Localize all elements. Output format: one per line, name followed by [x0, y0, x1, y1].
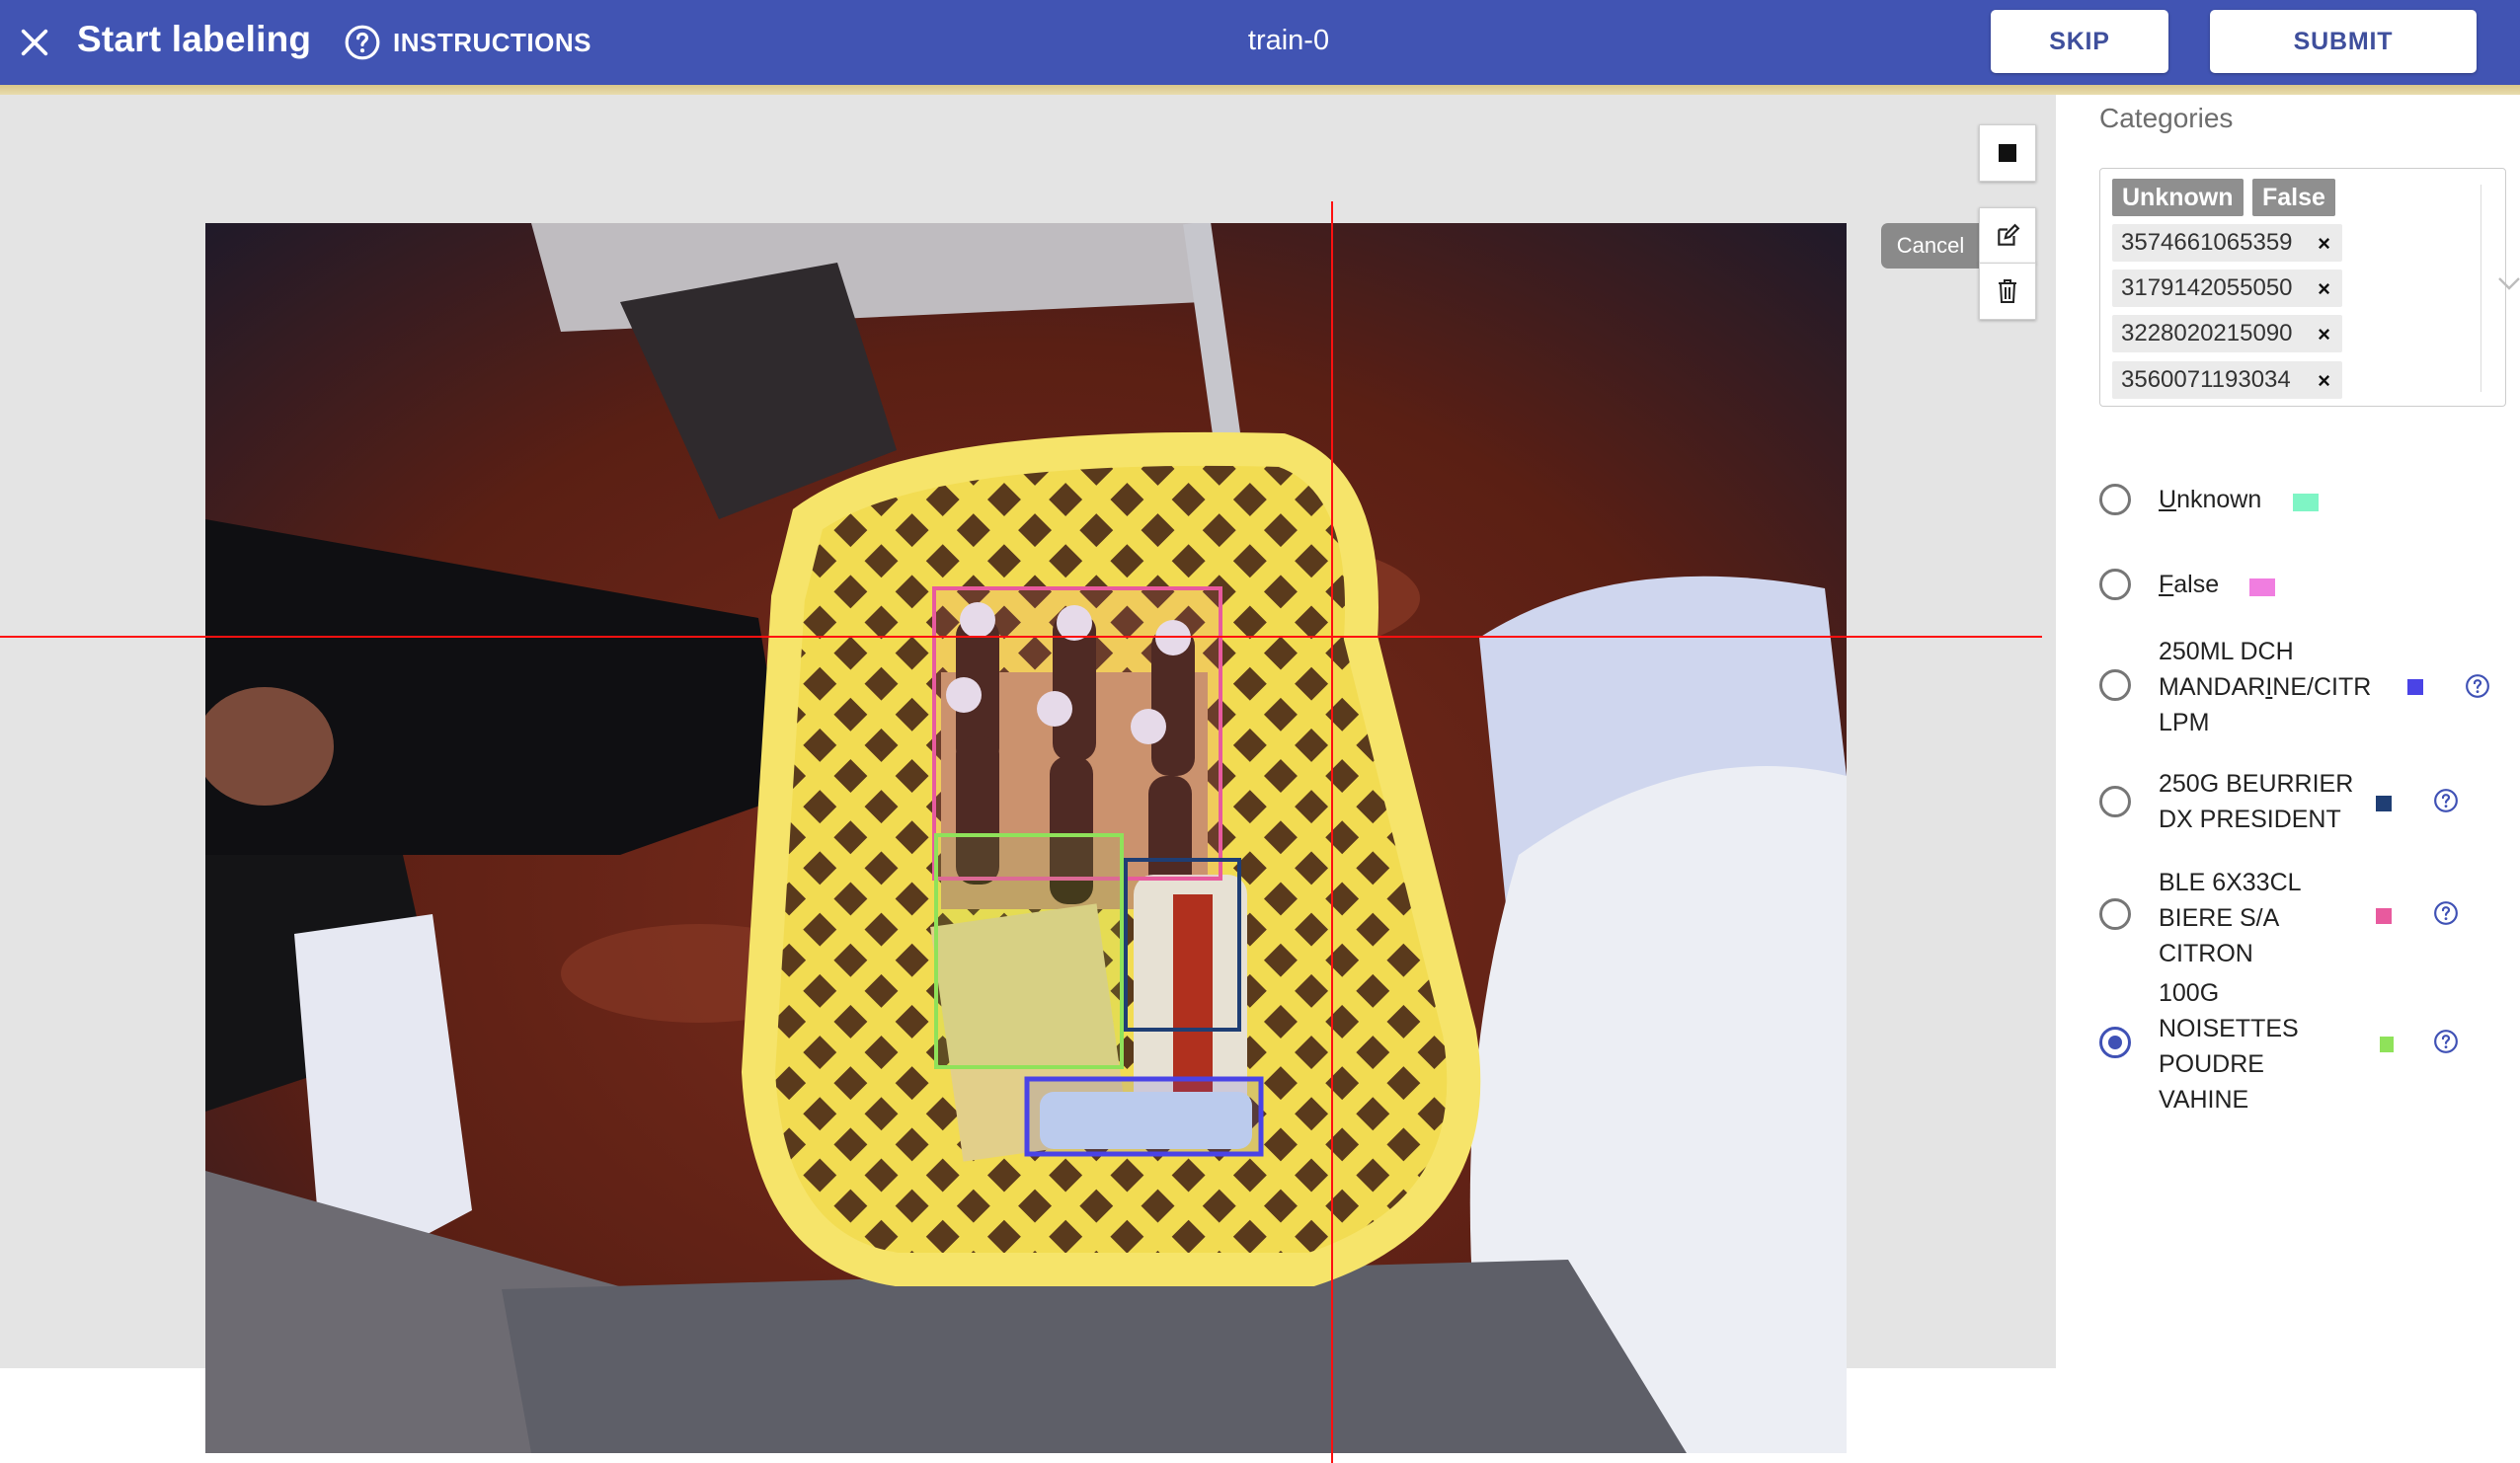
- crosshair-vertical: [1331, 201, 1333, 1463]
- categories-panel: Categories Unknown False 3574661065359 ×…: [2056, 95, 2520, 1368]
- submit-button[interactable]: SUBMIT: [2210, 10, 2477, 73]
- selected-chip: 3179142055050 ×: [2112, 270, 2342, 307]
- radio-ble-6x33cl[interactable]: [2099, 898, 2131, 930]
- page-title: Start labeling: [77, 19, 312, 59]
- skip-button[interactable]: SKIP: [1991, 10, 2168, 73]
- color-swatch-ble-6x33cl: [2376, 908, 2392, 924]
- top-app-bar: Start labeling INSTRUCTIONS train-0 SKIP…: [0, 0, 2520, 85]
- stop-icon: [1999, 144, 2016, 162]
- annotation-box-orangina[interactable]: [1024, 1076, 1264, 1157]
- radio-250ml-dch[interactable]: [2099, 669, 2131, 701]
- stop-drawing-button[interactable]: [1979, 124, 2036, 182]
- scene-image[interactable]: [205, 223, 1847, 1453]
- trash-icon: [1999, 279, 2016, 303]
- color-swatch-100g-noisettes: [2380, 1037, 2394, 1052]
- selected-tag-false: False: [2252, 179, 2335, 216]
- color-swatch-250ml-dch: [2407, 679, 2423, 695]
- chip-label: 3574661065359: [2121, 229, 2293, 256]
- categories-multiselect[interactable]: Unknown False 3574661065359 × 3179142055…: [2099, 168, 2520, 407]
- selected-chip: 3560071193034 ×: [2112, 361, 2342, 399]
- radio-unknown[interactable]: [2099, 484, 2131, 515]
- chip-remove-icon[interactable]: ×: [2318, 368, 2330, 394]
- help-icon[interactable]: [2465, 673, 2490, 699]
- top-bar-accent-strip: [0, 85, 2520, 95]
- option-label-ble-6x33cl[interactable]: BLE 6X33CL BIERE S/A CITRON: [2159, 865, 2302, 971]
- help-circle-icon: [345, 25, 380, 60]
- help-icon[interactable]: [2433, 788, 2459, 813]
- selected-chip: 3228020215090 ×: [2112, 315, 2342, 352]
- option-label-250g-beurrier[interactable]: 250G BEURRIER DX PRESIDENT: [2159, 766, 2353, 837]
- selected-tag-unknown: Unknown: [2112, 179, 2244, 216]
- option-label-250ml-dch[interactable]: 250ML DCH MANDARINE/CITR LPM: [2159, 634, 2371, 740]
- help-icon[interactable]: [2433, 1029, 2459, 1054]
- chip-label: 3228020215090: [2121, 320, 2293, 346]
- instructions-label: INSTRUCTIONS: [393, 27, 591, 57]
- chip-label: 3179142055050: [2121, 274, 2293, 301]
- selected-chip: 3574661065359 ×: [2112, 224, 2342, 262]
- color-swatch-250g-beurrier: [2376, 796, 2392, 811]
- close-icon[interactable]: [18, 26, 51, 59]
- delete-box-button[interactable]: [1979, 263, 2036, 320]
- categories-label: Categories: [2099, 103, 2234, 133]
- labeling-canvas[interactable]: Cancel: [0, 95, 2056, 1463]
- color-swatch-unknown: [2293, 494, 2319, 511]
- help-icon[interactable]: [2433, 900, 2459, 926]
- edit-icon: [1998, 223, 2020, 246]
- radio-100g-noisettes[interactable]: [2099, 1027, 2131, 1058]
- crosshair-horizontal: [0, 636, 2042, 638]
- edit-box-button[interactable]: [1979, 207, 2036, 264]
- option-label-100g-noisettes[interactable]: 100G NOISETTES POUDRE VAHINE: [2159, 975, 2299, 1117]
- chevron-down-icon[interactable]: [2497, 275, 2520, 291]
- cancel-drawing-button[interactable]: Cancel: [1881, 223, 1980, 269]
- instructions-button[interactable]: INSTRUCTIONS: [344, 24, 591, 61]
- option-label-unknown[interactable]: Unknown: [2159, 482, 2261, 517]
- chip-remove-icon[interactable]: ×: [2318, 231, 2330, 257]
- radio-250g-beurrier[interactable]: [2099, 786, 2131, 817]
- chip-remove-icon[interactable]: ×: [2318, 276, 2330, 302]
- annotation-box-noisettes[interactable]: [934, 833, 1124, 1069]
- chip-remove-icon[interactable]: ×: [2318, 322, 2330, 347]
- option-label-false[interactable]: False: [2159, 567, 2219, 602]
- color-swatch-false: [2249, 578, 2275, 596]
- radio-false[interactable]: [2099, 569, 2131, 600]
- chip-label: 3560071193034: [2121, 366, 2291, 393]
- scene-illustration: [205, 223, 1847, 1453]
